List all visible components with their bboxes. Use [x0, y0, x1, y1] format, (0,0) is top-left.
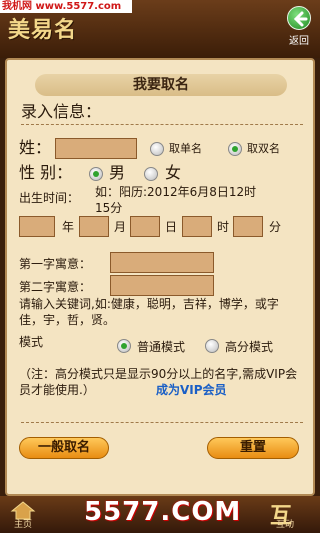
- hour-input[interactable]: [182, 216, 212, 237]
- mode-label: 模式: [19, 335, 44, 349]
- female-label: 女: [165, 163, 182, 182]
- year-input[interactable]: [19, 216, 55, 237]
- divider-bottom: [21, 422, 303, 423]
- year-unit: 年: [62, 220, 75, 234]
- month-input[interactable]: [79, 216, 109, 237]
- generate-button[interactable]: 一般取名: [19, 437, 109, 459]
- back-button[interactable]: 返回: [284, 6, 314, 54]
- day-input[interactable]: [130, 216, 160, 237]
- big-watermark: 5577.COM: [84, 497, 242, 527]
- high-mode-label: 高分模式: [225, 340, 274, 354]
- day-unit: 日: [165, 220, 178, 234]
- tab-interact-label[interactable]: 互动: [276, 517, 294, 530]
- female-radio[interactable]: [144, 167, 158, 181]
- page-title: 我要取名: [35, 74, 287, 96]
- form-panel: 我要取名 录入信息： 姓： 取单名 取双名 性 别： 男 女 出生时间： 如：阳…: [5, 58, 315, 496]
- normal-mode-radio[interactable]: [117, 339, 131, 353]
- high-mode-radio[interactable]: [205, 339, 219, 353]
- hour-unit: 时: [217, 220, 230, 234]
- single-name-radio[interactable]: [150, 142, 164, 156]
- surname-input[interactable]: [55, 138, 137, 159]
- minute-input[interactable]: [233, 216, 263, 237]
- second-char-input[interactable]: [110, 275, 214, 296]
- first-char-input[interactable]: [110, 252, 214, 273]
- birth-example: 如：阳历:2012年6月8日12时15分: [95, 185, 257, 215]
- double-name-label: 取双名: [247, 142, 280, 155]
- normal-mode-label: 普通模式: [137, 340, 186, 354]
- keyword-hint: 请输入关键词,如:健康，聪明，吉祥，博学，或字佳，宇，哲，贤。: [19, 297, 279, 327]
- gender-label: 性 别：: [19, 163, 73, 182]
- section-heading: 录入信息：: [21, 102, 102, 121]
- vip-link[interactable]: 成为VIP会员: [156, 382, 227, 398]
- tab-home-label[interactable]: 主页: [14, 517, 32, 530]
- birth-label: 出生时间：: [19, 191, 80, 205]
- second-char-label: 第二字寓意：: [19, 280, 92, 294]
- surname-label: 姓：: [19, 138, 52, 157]
- back-arrow-icon: [287, 6, 311, 30]
- male-label: 男: [109, 163, 126, 182]
- male-radio[interactable]: [89, 167, 103, 181]
- single-name-label: 取单名: [169, 142, 202, 155]
- back-label: 返回: [289, 36, 309, 47]
- minute-unit: 分: [269, 220, 282, 234]
- double-name-radio[interactable]: [228, 142, 242, 156]
- divider: [21, 124, 303, 125]
- reset-button[interactable]: 重置: [207, 437, 299, 459]
- month-unit: 月: [114, 220, 127, 234]
- first-char-label: 第一字寓意：: [19, 257, 92, 271]
- app-logo: 美易名: [8, 17, 78, 43]
